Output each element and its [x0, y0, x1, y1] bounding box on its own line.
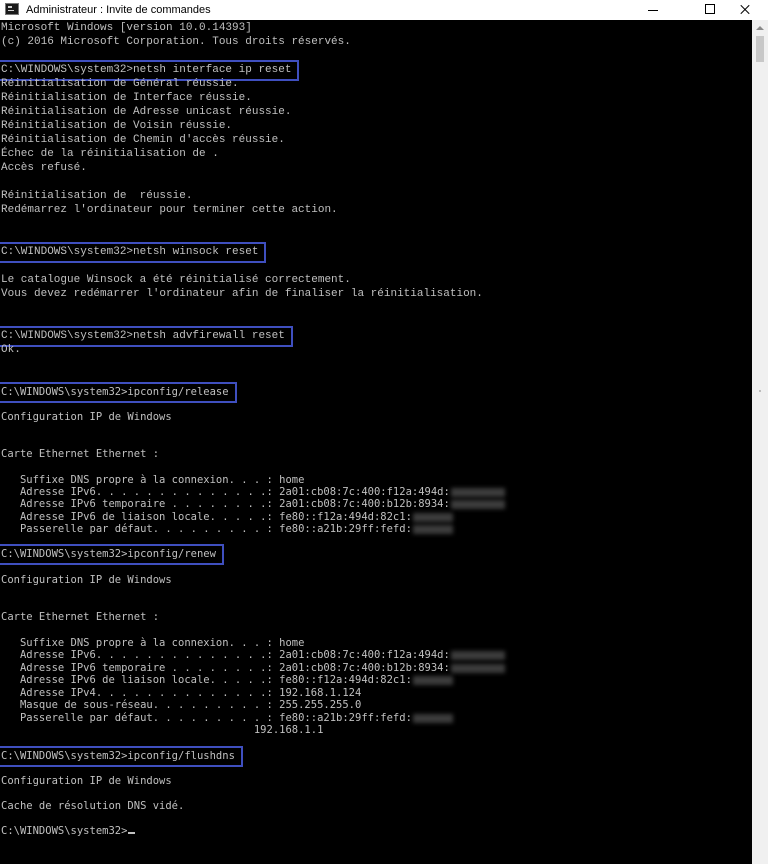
console-line: Passerelle par défaut. . . . . . . . . :…: [1, 523, 453, 536]
redacted-address: [450, 499, 505, 509]
window-title: Administrateur : Invite de commandes: [26, 4, 211, 16]
console-line: Réinitialisation de Chemin d'accès réuss…: [1, 134, 285, 146]
console-line: 192.168.1.1: [1, 724, 324, 736]
command-netsh-interface-ip-reset: C:\WINDOWS\system32>netsh interface ip r…: [0, 60, 300, 81]
command-prompt-line[interactable]: C:\WINDOWS\system32>: [1, 825, 136, 838]
console-line: Réinitialisation de Voisin réussie.: [1, 120, 233, 132]
title-bar: Administrateur : Invite de commandes: [0, 0, 768, 20]
command-ipconfig-flushdns: C:\WINDOWS\system32>ipconfig/flushdns: [0, 746, 243, 767]
console-line-text: Passerelle par défaut. . . . . . . . . :…: [1, 523, 412, 535]
console-line: Masque de sous-réseau. . . . . . . . . :…: [1, 699, 362, 711]
console-output[interactable]: Microsoft Windows [version 10.0.14393] (…: [0, 20, 752, 864]
console-line: Ok.: [1, 344, 21, 356]
console-line: Redémarrez l'ordinateur pour terminer ce…: [1, 204, 338, 216]
console-line: Le catalogue Winsock a été réinitialisé …: [1, 274, 351, 286]
command-ipconfig-renew: C:\WINDOWS\system32>ipconfig/renew: [0, 544, 224, 565]
console-line: Configuration IP de Windows: [1, 411, 172, 423]
redacted-address: [412, 512, 453, 522]
command-ipconfig-release: C:\WINDOWS\system32>ipconfig/release: [0, 382, 237, 403]
redacted-address: [450, 663, 505, 673]
close-button[interactable]: [722, 0, 768, 20]
console-line: Réinitialisation de Général réussie.: [1, 78, 239, 90]
command-prompt-icon[interactable]: [5, 3, 19, 15]
console-line: Réinitialisation de Adresse unicast réus…: [1, 106, 292, 118]
scrollbar-track-mark: [759, 390, 761, 392]
console-line: Échec de la réinitialisation de .: [1, 148, 219, 160]
console-line: Cache de résolution DNS vidé.: [1, 800, 185, 812]
redacted-address: [450, 487, 505, 497]
scroll-up-arrow-icon[interactable]: [756, 26, 764, 30]
console-line: Configuration IP de Windows: [1, 574, 172, 586]
scrollbar-thumb[interactable]: [756, 36, 764, 62]
minimize-button[interactable]: [630, 0, 676, 20]
console-line: Accès refusé.: [1, 162, 87, 174]
console-line-text: Adresse IPv6. . . . . . . . . . . . . .:…: [1, 486, 450, 498]
console-line: Adresse IPv6. . . . . . . . . . . . . .:…: [1, 649, 505, 662]
console-line: Microsoft Windows [version 10.0.14393]: [1, 22, 252, 34]
vertical-scrollbar[interactable]: [752, 20, 768, 864]
console-line: Vous devez redémarrer l'ordinateur afin …: [1, 288, 483, 300]
console-line-text: Adresse IPv6 temporaire . . . . . . . .:…: [1, 498, 450, 510]
console-line: (c) 2016 Microsoft Corporation. Tous dro…: [1, 36, 351, 48]
command-netsh-winsock-reset: C:\WINDOWS\system32>netsh winsock reset: [0, 242, 267, 263]
console-line: Adresse IPv6 de liaison locale. . . . .:…: [1, 674, 453, 687]
command-netsh-advfirewall-reset: C:\WINDOWS\system32>netsh advfirewall re…: [0, 326, 293, 347]
console-line: Carte Ethernet Ethernet :: [1, 611, 160, 623]
redacted-address: [450, 650, 505, 660]
prompt-text: C:\WINDOWS\system32>: [1, 825, 128, 837]
console-line: Réinitialisation de réussie.: [1, 190, 193, 202]
redacted-address: [412, 713, 453, 723]
console-line: Carte Ethernet Ethernet :: [1, 448, 160, 460]
console-line: Réinitialisation de Interface réussie.: [1, 92, 252, 104]
text-cursor: [128, 832, 136, 834]
console-line-text: Adresse IPv6 de liaison locale. . . . .:…: [1, 674, 412, 686]
console-line: Configuration IP de Windows: [1, 775, 172, 787]
console-line-text: Passerelle par défaut. . . . . . . . . :…: [1, 712, 412, 724]
redacted-address: [412, 675, 453, 685]
console-line-text: Adresse IPv6 temporaire . . . . . . . .:…: [1, 662, 450, 674]
console-line-text: Adresse IPv6. . . . . . . . . . . . . .:…: [1, 649, 450, 661]
redacted-address: [412, 524, 453, 534]
console-line: Adresse IPv6 temporaire . . . . . . . .:…: [1, 498, 505, 511]
console-line-text: Adresse IPv6 de liaison locale. . . . .:…: [1, 511, 412, 523]
